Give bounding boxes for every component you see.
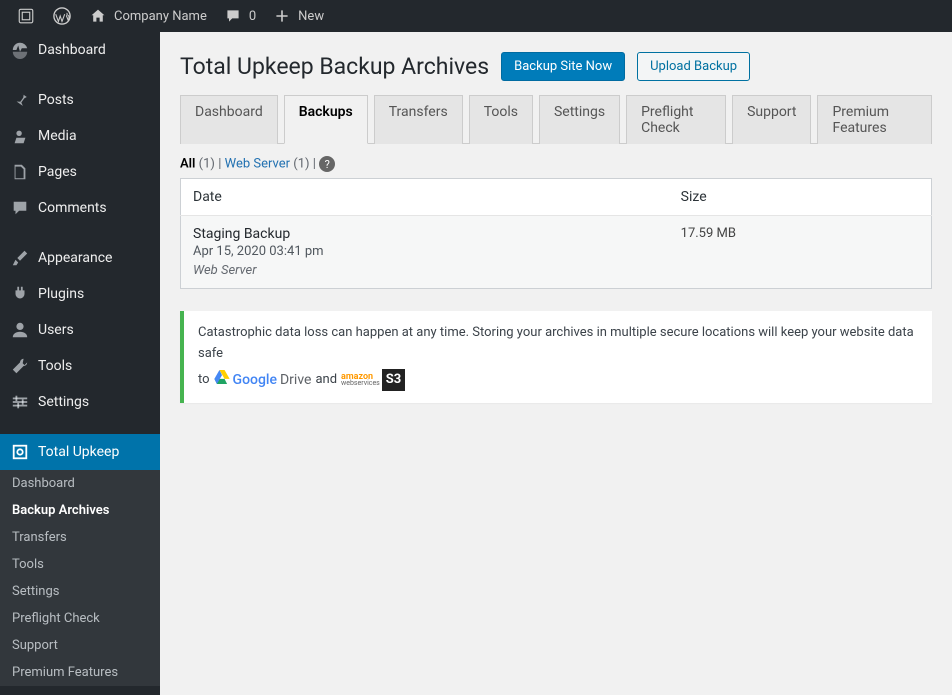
sidebar-item-plugins[interactable]: Plugins <box>0 276 160 312</box>
sidebar-item-label: Tools <box>38 358 72 374</box>
filter-all-count: (1) <box>199 156 219 171</box>
sidebar-item-label: Pages <box>38 164 77 180</box>
tab-dashboard[interactable]: Dashboard <box>180 95 278 144</box>
filter-webserver-link[interactable]: Web Server <box>225 156 290 171</box>
submenu-item-preflight[interactable]: Preflight Check <box>0 605 160 632</box>
notice-text: Catastrophic data loss can happen at any… <box>198 323 918 365</box>
sidebar-item-comments[interactable]: Comments <box>0 190 160 226</box>
sidebar-item-tools[interactable]: Tools <box>0 348 160 384</box>
tab-backups[interactable]: Backups <box>284 95 368 144</box>
submenu-item-tools[interactable]: Tools <box>0 551 160 578</box>
page-header: Total Upkeep Backup Archives Backup Site… <box>180 42 932 81</box>
content-area: Total Upkeep Backup Archives Backup Site… <box>160 32 952 695</box>
sidebar-item-total-upkeep[interactable]: Total Upkeep <box>0 434 160 470</box>
sidebar-item-label: Total Upkeep <box>38 444 119 460</box>
about-wp-link[interactable] <box>8 0 44 32</box>
total-upkeep-submenu: Dashboard Backup Archives Transfers Tool… <box>0 470 160 686</box>
comment-icon <box>223 6 243 26</box>
sidebar-item-label: Dashboard <box>38 42 106 58</box>
settings-icon <box>10 392 30 412</box>
sidebar-item-label: Settings <box>38 394 89 410</box>
pin-icon <box>10 90 30 110</box>
plugin-icon <box>10 284 30 304</box>
sidebar-item-media[interactable]: Media <box>0 118 160 154</box>
sidebar-item-dashboard[interactable]: Dashboard <box>0 32 160 68</box>
comment-count: 0 <box>249 9 256 24</box>
backup-size: 17.59 MB <box>669 216 932 289</box>
nav-tabs: Dashboard Backups Transfers Tools Settin… <box>180 95 932 144</box>
submenu-item-transfers[interactable]: Transfers <box>0 524 160 551</box>
table-row[interactable]: Staging Backup Apr 15, 2020 03:41 pm Web… <box>181 216 932 289</box>
page-icon <box>10 162 30 182</box>
google-drive-badge[interactable]: GoogleDrive <box>214 369 312 391</box>
sidebar-item-label: Appearance <box>38 250 112 266</box>
help-icon[interactable]: ? <box>319 156 335 172</box>
sidebar-item-label: Posts <box>38 92 74 108</box>
amazon-s3-badge[interactable]: amazon webservices S3 <box>341 369 405 392</box>
filter-all-link[interactable]: All <box>180 156 195 171</box>
submenu-item-premium[interactable]: Premium Features <box>0 659 160 686</box>
s3-label: S3 <box>382 369 405 392</box>
wordpress-logo-icon <box>52 6 72 26</box>
new-content-link[interactable]: New <box>264 0 332 32</box>
admin-sidebar: Dashboard Posts Media Pages Comments App… <box>0 32 160 695</box>
backup-name: Staging Backup <box>193 226 657 242</box>
notice-and: and <box>315 370 337 391</box>
sidebar-item-label: Users <box>38 322 74 338</box>
home-icon <box>88 6 108 26</box>
filter-links: All (1) | Web Server (1) | ? <box>180 156 932 172</box>
sidebar-item-label: Comments <box>38 200 107 216</box>
sidebar-item-label: Plugins <box>38 286 84 302</box>
submenu-item-backup-archives[interactable]: Backup Archives <box>0 497 160 524</box>
upkeep-icon <box>10 442 30 462</box>
backup-site-now-button[interactable]: Backup Site Now <box>501 52 625 81</box>
notice-to: to <box>198 370 210 391</box>
comments-link[interactable]: 0 <box>215 0 264 32</box>
wp-logo-link[interactable] <box>44 0 80 32</box>
anthropic-logo-icon <box>16 6 36 26</box>
tab-preflight[interactable]: Preflight Check <box>626 95 726 144</box>
site-name-link[interactable]: Company Name <box>80 0 215 32</box>
col-header-size: Size <box>669 179 932 216</box>
new-content-label: New <box>298 9 324 24</box>
archive-table: Date Size Staging Backup Apr 15, 2020 03… <box>180 178 932 289</box>
sidebar-item-pages[interactable]: Pages <box>0 154 160 190</box>
submenu-item-support[interactable]: Support <box>0 632 160 659</box>
sidebar-item-users[interactable]: Users <box>0 312 160 348</box>
sidebar-item-label: Media <box>38 128 77 144</box>
filter-webserver-count: (1) <box>293 156 313 171</box>
brush-icon <box>10 248 30 268</box>
backup-date: Apr 15, 2020 03:41 pm <box>193 244 657 259</box>
media-icon <box>10 126 30 146</box>
dashboard-icon <box>10 40 30 60</box>
submenu-item-dashboard[interactable]: Dashboard <box>0 470 160 497</box>
tab-settings[interactable]: Settings <box>539 95 620 144</box>
comment-icon <box>10 198 30 218</box>
page-title: Total Upkeep Backup Archives <box>180 53 489 80</box>
sidebar-item-appearance[interactable]: Appearance <box>0 240 160 276</box>
backup-location: Web Server <box>193 263 657 278</box>
tab-premium[interactable]: Premium Features <box>817 95 932 144</box>
wrench-icon <box>10 356 30 376</box>
plus-icon <box>272 6 292 26</box>
aws-icon: amazon webservices <box>341 374 380 387</box>
tab-tools[interactable]: Tools <box>469 95 533 144</box>
user-icon <box>10 320 30 340</box>
google-drive-icon <box>214 369 230 391</box>
tab-transfers[interactable]: Transfers <box>374 95 463 144</box>
sidebar-item-settings[interactable]: Settings <box>0 384 160 420</box>
premium-notice: Catastrophic data loss can happen at any… <box>180 311 932 403</box>
col-header-date: Date <box>181 179 669 216</box>
submenu-item-settings[interactable]: Settings <box>0 578 160 605</box>
sidebar-item-posts[interactable]: Posts <box>0 82 160 118</box>
upload-backup-button[interactable]: Upload Backup <box>637 52 750 81</box>
tab-support[interactable]: Support <box>732 95 811 144</box>
site-name-text: Company Name <box>114 9 207 24</box>
admin-bar: Company Name 0 New <box>0 0 952 32</box>
